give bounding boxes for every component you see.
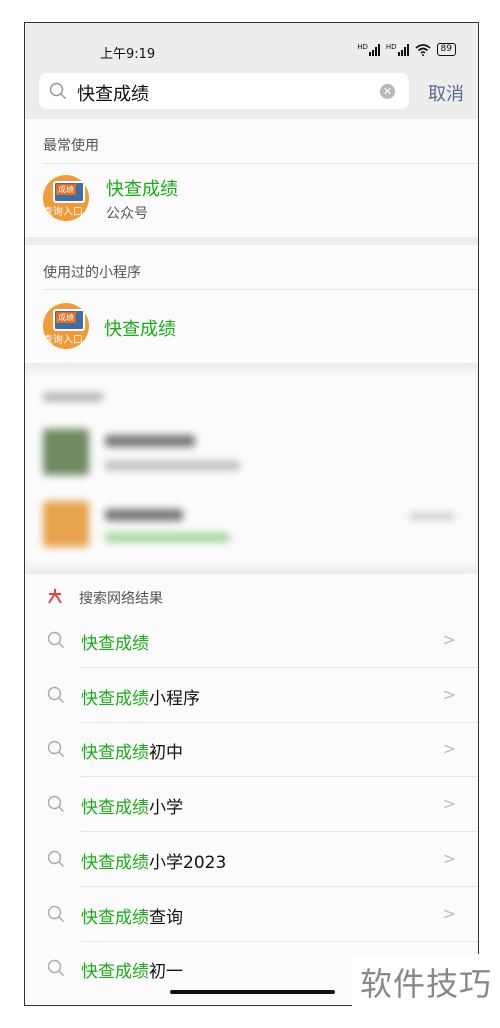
chevron-right-icon: > [442,848,456,868]
mini-programs-section: 使用过的小程序 成绩 查询入口 快查成绩 [25,245,478,363]
web-result-highlight: 快查成绩 [81,634,149,654]
chevron-right-icon: > [442,684,456,704]
chevron-right-icon: > [442,630,456,649]
avatar-caption: 查询入口 [43,335,83,346]
divider [43,163,478,164]
battery-icon: 89 [436,43,456,56]
web-result-text: 快查成绩初中 [81,738,183,763]
blurred-text [105,533,230,542]
network-type-label: HD [357,42,368,51]
phone-screen: 上午9:19 HD HD 89 快查成绩 ✕ 取消 最常使用 成绩 查询入口 快… [24,22,479,1006]
watermark: 软件技巧 [352,954,500,1014]
search-web-icon [48,589,62,604]
search-icon [47,850,64,867]
blurred-text [105,435,195,447]
avatar: 成绩 查询入口 [43,175,89,221]
web-result-highlight: 快查成绩 [81,907,149,928]
web-result-highlight: 快查成绩 [81,962,149,983]
web-result-suffix: 小程序 [149,688,200,709]
signal-icon-2: HD [385,42,409,56]
blurred-text [409,513,455,520]
web-result-text: 快查成绩初一 [81,957,183,982]
status-icons: HD HD 89 [357,43,456,56]
avatar: 成绩 查询入口 [43,303,89,349]
chevron-right-icon: > [442,739,456,759]
chevron-right-icon: > [442,794,456,814]
search-icon [49,82,67,100]
web-result-item[interactable]: 快查成绩小学2023 > [25,833,478,887]
result-name: 快查成绩 [106,179,178,200]
avatar-tag: 成绩 [56,184,76,195]
cancel-button[interactable]: 取消 [428,80,464,106]
web-result-text: 快查成绩小程序 [81,684,200,709]
search-icon [47,686,64,703]
web-result-item[interactable]: 快查成绩小程序 > [25,669,478,723]
blurred-text [105,509,183,521]
web-result-text: 快查成绩查询 [81,903,183,928]
avatar-caption: 查询入口 [43,207,83,218]
search-bar[interactable]: 快查成绩 ✕ [39,73,409,109]
chevron-right-icon: > [442,903,456,923]
web-result-item[interactable]: 快查成绩初中 > [25,723,478,778]
web-result-text: 快查成绩 [81,629,149,654]
web-result-highlight: 快查成绩 [81,798,149,819]
web-result-suffix: 查询 [149,907,183,928]
web-result-item[interactable]: 快查成绩 > [25,614,478,668]
blurred-avatar [43,429,89,475]
web-result-suffix: 初一 [149,962,183,983]
section-title-most-used: 最常使用 [43,138,99,154]
web-result-item[interactable]: 快查成绩查询 > [25,888,478,942]
web-result-suffix: 小学2023 [149,852,227,873]
search-input[interactable]: 快查成绩 [77,80,149,106]
search-icon [47,795,64,813]
search-icon [47,959,64,977]
web-result-highlight: 快查成绩 [81,852,149,873]
result-type: 公众号 [106,206,148,222]
result-name: 快查成绩 [104,319,176,340]
web-result-suffix: 初中 [149,743,183,764]
wifi-icon [415,43,431,56]
most-used-section: 最常使用 成绩 查询入口 快查成绩 公众号 [25,119,478,237]
section-title-mini-programs: 使用过的小程序 [43,265,141,281]
home-indicator[interactable] [170,990,335,994]
web-result-highlight: 快查成绩 [81,743,149,764]
blurred-avatar [43,501,89,547]
clear-icon[interactable]: ✕ [380,84,395,99]
search-icon [47,905,64,922]
blurred-title [43,393,103,401]
search-icon [47,741,64,758]
blurred-text [105,461,240,470]
search-icon [47,631,64,648]
web-result-item[interactable]: 快查成绩小学 > [25,778,478,833]
section-title-web-results: 搜索网络结果 [79,591,163,607]
status-time: 上午9:19 [100,47,156,62]
web-result-text: 快查成绩小学 [81,793,183,818]
web-result-highlight: 快查成绩 [81,688,149,709]
chat-records-section-blurred [25,371,478,566]
divider [43,289,478,290]
network-type-label-2: HD [385,42,397,51]
status-bar: 上午9:19 HD HD 89 [25,23,478,63]
avatar-tag: 成绩 [56,312,76,323]
web-result-suffix: 小学 [149,798,183,819]
web-result-text: 快查成绩小学2023 [81,848,226,873]
signal-icon: HD [357,42,380,56]
web-results-section: 搜索网络结果 快查成绩 > 快查成绩小程序 > 快查成绩初中 > 快查成绩小学 > 快查成绩小学… [25,574,478,1005]
